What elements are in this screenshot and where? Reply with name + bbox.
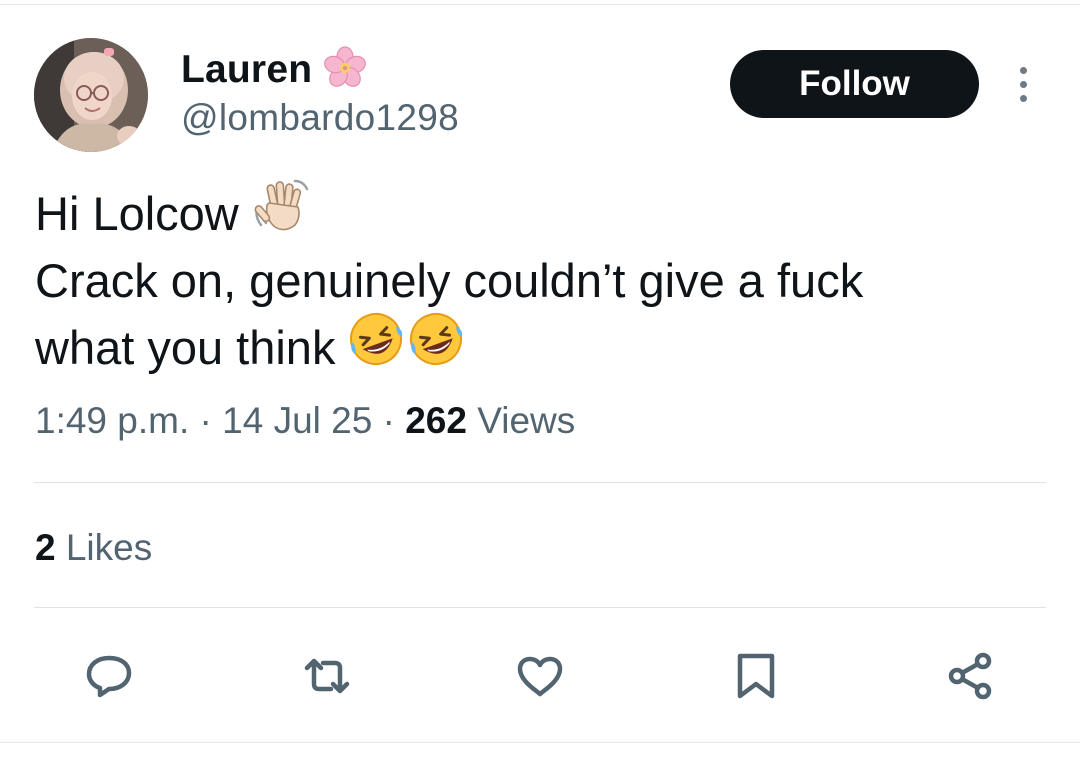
tweet-line-1: Hi Lolcow bbox=[35, 179, 1045, 247]
more-vertical-icon[interactable] bbox=[1007, 62, 1039, 106]
like-icon bbox=[517, 656, 563, 697]
follow-button[interactable]: Follow bbox=[730, 50, 979, 118]
tweet-line-1-text: Hi Lolcow bbox=[35, 187, 239, 240]
waving-hand-icon bbox=[251, 175, 311, 252]
rolling-laughing-icon bbox=[407, 310, 465, 385]
share-button[interactable] bbox=[942, 648, 998, 704]
likes-stat[interactable]: 2 Likes bbox=[35, 527, 152, 569]
top-divider bbox=[0, 4, 1080, 5]
divider bbox=[34, 482, 1046, 483]
bookmark-button[interactable] bbox=[728, 648, 784, 704]
reply-icon bbox=[86, 655, 132, 698]
reply-button[interactable] bbox=[81, 648, 137, 704]
bottom-divider bbox=[0, 742, 1080, 743]
repost-button[interactable] bbox=[299, 648, 355, 704]
meta-separator: · bbox=[382, 400, 395, 441]
likes-count: 2 bbox=[35, 527, 56, 568]
tweet-time[interactable]: 1:49 p.m. bbox=[35, 400, 189, 441]
tweet-line-3: what you think bbox=[35, 313, 1045, 381]
share-icon bbox=[948, 652, 992, 700]
tweet-meta: 1:49 p.m. · 14 Jul 25 · 262 Views bbox=[35, 400, 575, 442]
avatar[interactable] bbox=[34, 38, 148, 152]
like-button[interactable] bbox=[512, 648, 568, 704]
tweet-date[interactable]: 14 Jul 25 bbox=[222, 400, 372, 441]
tweet-line-2: Crack on, genuinely couldn’t give a fuck bbox=[35, 247, 1045, 314]
name-row[interactable]: Lauren bbox=[181, 44, 368, 96]
bookmark-icon bbox=[737, 653, 775, 699]
repost-icon bbox=[304, 658, 350, 694]
likes-label: Likes bbox=[65, 527, 153, 568]
rolling-laughing-icon bbox=[347, 310, 405, 385]
views-label: Views bbox=[477, 400, 576, 441]
divider bbox=[34, 607, 1046, 608]
tweet-text: Hi Lolcow Crack on, genuinely couldn’t g… bbox=[35, 179, 1045, 381]
views-count: 262 bbox=[405, 400, 467, 441]
user-handle[interactable]: @lombardo1298 bbox=[181, 97, 459, 139]
meta-separator: · bbox=[199, 400, 212, 441]
tweet-line-2-text: Crack on, genuinely couldn’t give a fuck bbox=[35, 254, 864, 307]
cherry-blossom-icon bbox=[322, 45, 368, 96]
tweet-line-3-text: what you think bbox=[35, 321, 336, 374]
display-name[interactable]: Lauren bbox=[181, 48, 312, 92]
